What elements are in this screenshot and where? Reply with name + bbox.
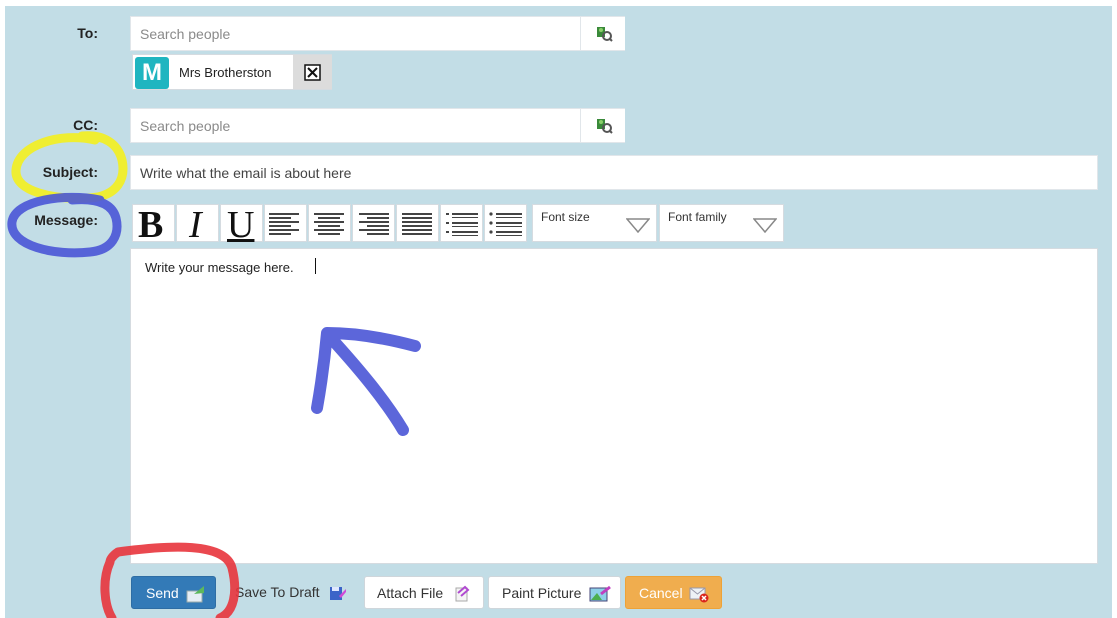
yellow-circle-annotation — [11, 131, 128, 203]
blue-circle-annotation — [7, 192, 122, 258]
annotation-overlay — [7, 131, 421, 618]
blue-arrow-annotation — [311, 327, 421, 436]
red-circle-annotation — [100, 542, 240, 618]
